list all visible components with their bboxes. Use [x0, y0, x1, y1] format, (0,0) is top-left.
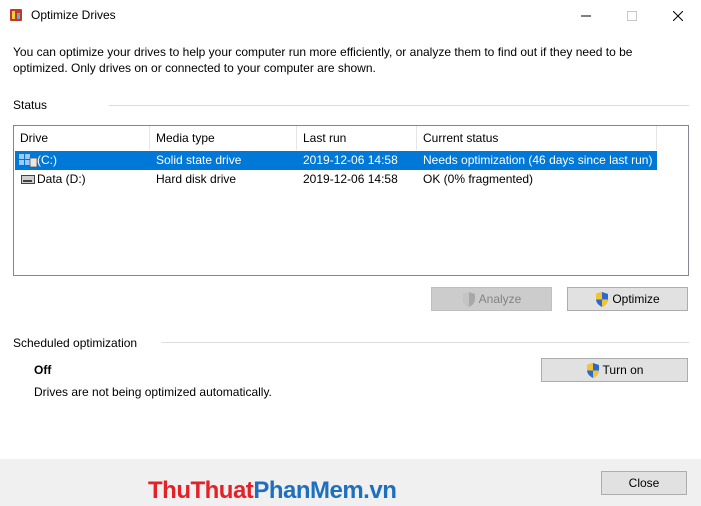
close-button[interactable]: Close	[601, 471, 687, 495]
column-header-media-type[interactable]: Media type	[150, 126, 297, 150]
uac-shield-icon	[596, 291, 609, 307]
turn-on-button[interactable]: Turn on	[541, 358, 688, 382]
analyze-label: Analyze	[478, 292, 522, 306]
window-title: Optimize Drives	[31, 8, 116, 22]
title-bar: Optimize Drives	[0, 0, 701, 31]
dialog-footer: ThuThuatPhanMem.vn Close	[0, 459, 701, 506]
close-icon	[673, 10, 683, 21]
intro-text: You can optimize your drives to help you…	[13, 45, 633, 75]
drive-row-c[interactable]: (C:) Solid state drive 2019-12-06 14:58 …	[15, 151, 657, 170]
column-header-last-run[interactable]: Last run	[297, 126, 417, 150]
last-run: 2019-12-06 14:58	[303, 153, 398, 167]
turn-on-label: Turn on	[602, 363, 644, 377]
optimize-button[interactable]: Optimize	[567, 287, 688, 311]
analyze-button[interactable]: Analyze	[431, 287, 552, 311]
scheduled-section-label: Scheduled optimization	[13, 336, 138, 350]
optimize-label: Optimize	[612, 292, 660, 306]
last-run: 2019-12-06 14:58	[303, 172, 398, 186]
status-divider	[109, 105, 689, 106]
watermark-logo: ThuThuatPhanMem.vn	[148, 477, 397, 505]
close-window-button[interactable]	[655, 0, 701, 31]
drive-name: (C:)	[37, 153, 57, 167]
drive-row-d[interactable]: Data (D:) Hard disk drive 2019-12-06 14:…	[15, 170, 657, 189]
drive-name: Data (D:)	[37, 172, 86, 186]
status-section-label: Status	[13, 98, 48, 112]
minimize-icon	[581, 15, 591, 16]
column-header-current-status[interactable]: Current status	[417, 126, 657, 150]
ssd-drive-icon	[19, 154, 37, 168]
maximize-icon	[627, 10, 637, 21]
uac-shield-icon	[462, 291, 475, 307]
close-label: Close	[628, 476, 660, 490]
current-status: OK (0% fragmented)	[423, 172, 534, 186]
schedule-description: Drives are not being optimized automatic…	[34, 385, 272, 399]
current-status: Needs optimization (46 days since last r…	[423, 153, 653, 167]
drive-list[interactable]: Drive Media type Last run Current status…	[13, 125, 689, 276]
column-header-drive[interactable]: Drive	[14, 126, 150, 150]
schedule-state: Off	[34, 363, 52, 377]
watermark-part-3: .vn	[363, 477, 397, 504]
optimize-drives-app-icon	[10, 9, 22, 21]
minimize-button[interactable]	[563, 0, 609, 31]
maximize-button[interactable]	[609, 0, 655, 31]
uac-shield-icon	[586, 362, 599, 378]
watermark-part-2: PhanMem	[253, 477, 364, 504]
media-type: Hard disk drive	[156, 172, 237, 186]
dialog-content: You can optimize your drives to help you…	[0, 31, 701, 506]
scheduled-divider	[162, 342, 689, 343]
media-type: Solid state drive	[156, 153, 242, 167]
watermark-part-1: ThuThuat	[148, 477, 254, 504]
hard-disk-icon	[21, 175, 35, 184]
